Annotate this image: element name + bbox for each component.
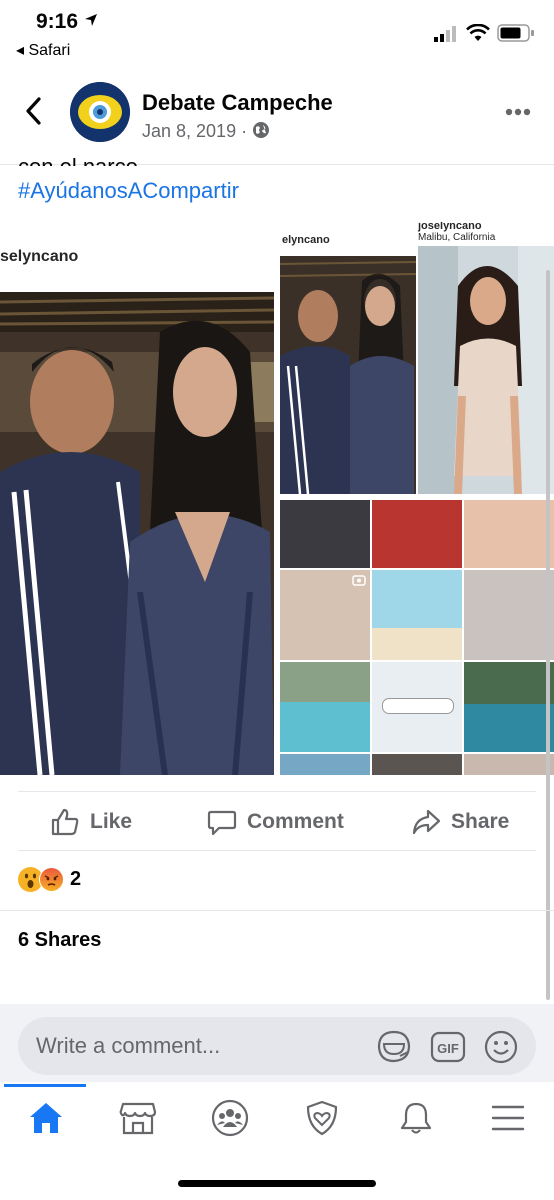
camera-icon xyxy=(352,575,366,586)
share-arrow-icon xyxy=(412,809,441,835)
more-options-icon[interactable] xyxy=(505,108,531,116)
comment-button[interactable]: Comment xyxy=(207,804,344,840)
gif-icon[interactable]: GIF xyxy=(430,1030,466,1064)
divider xyxy=(0,910,554,911)
home-indicator[interactable] xyxy=(178,1180,376,1187)
page-avatar[interactable] xyxy=(70,82,130,142)
divider xyxy=(18,791,536,792)
grid-thumb-11 xyxy=(372,754,462,775)
back-to-safari[interactable]: ◂ Safari xyxy=(16,40,70,60)
grid-thumb-2 xyxy=(372,500,462,568)
photo-username: selyncano xyxy=(0,248,79,265)
post-date[interactable]: Jan 8, 2019 · xyxy=(142,121,270,142)
groups-icon[interactable] xyxy=(210,1098,250,1138)
location-arrow-icon xyxy=(84,14,97,26)
couple-thumbnail-image xyxy=(280,256,416,494)
home-icon[interactable] xyxy=(26,1098,66,1138)
eye-logo-icon xyxy=(70,82,130,142)
grid-thumb-9 xyxy=(464,662,554,752)
emoji-icon[interactable] xyxy=(484,1030,518,1064)
wifi-icon xyxy=(466,24,490,41)
like-button[interactable]: Like xyxy=(50,804,132,840)
post-caption-partial: con el narco . . . xyxy=(18,150,175,166)
svg-text:GIF: GIF xyxy=(437,1041,459,1056)
menu-hamburger-icon[interactable] xyxy=(488,1098,528,1138)
hashtag-link[interactable]: #AyúdanosACompartir xyxy=(18,178,239,204)
reaction-summary[interactable]: 2 xyxy=(18,867,81,892)
cellular-signal-icon xyxy=(434,26,456,42)
status-time: 9:16 xyxy=(36,10,98,34)
share-count[interactable]: 6 Shares xyxy=(18,929,101,952)
grid-thumb-7 xyxy=(280,662,370,752)
grid-thumb-5 xyxy=(372,570,462,660)
post-photo-right[interactable]: elyncano joselyncano Malibu, California xyxy=(280,222,554,775)
share-button[interactable]: Share xyxy=(411,804,509,840)
protect-shield-icon[interactable] xyxy=(302,1098,342,1138)
nav-active-indicator xyxy=(4,1084,86,1087)
grid-thumb-4 xyxy=(280,570,370,660)
battery-icon xyxy=(497,24,534,42)
globe-icon xyxy=(253,122,270,138)
grid-thumb-3 xyxy=(464,500,554,568)
scrollbar[interactable] xyxy=(546,270,550,1000)
grid-thumb-1 xyxy=(280,500,370,568)
angry-reaction-icon xyxy=(39,867,64,892)
collage-username-left: elyncano xyxy=(282,234,330,246)
collage-panel-dress xyxy=(418,246,554,494)
photo-couple-image xyxy=(0,292,274,775)
collage-panel-couple xyxy=(280,256,416,494)
comment-bubble-icon xyxy=(207,810,237,836)
marketplace-icon[interactable] xyxy=(118,1098,158,1138)
dress-photo-image xyxy=(418,246,554,494)
ig-profile-location: Malibu, California xyxy=(418,232,496,243)
post-photo-left[interactable]: selyncano xyxy=(0,222,274,775)
grid-thumb-8 xyxy=(372,662,462,752)
sticker-icon[interactable] xyxy=(376,1030,412,1064)
grid-thumb-12 xyxy=(464,754,554,775)
grid-thumb-10 xyxy=(280,754,370,775)
page-name[interactable]: Debate Campeche xyxy=(142,90,333,116)
reaction-count: 2 xyxy=(70,868,82,890)
divider xyxy=(18,850,536,851)
grid-thumb-6 xyxy=(464,570,554,660)
notifications-bell-icon[interactable] xyxy=(396,1098,436,1138)
ig-profile-username: joselyncano xyxy=(418,222,482,232)
thumbs-up-icon xyxy=(51,808,79,836)
back-chevron-icon[interactable] xyxy=(22,96,46,126)
comment-placeholder: Write a comment... xyxy=(36,1033,221,1058)
